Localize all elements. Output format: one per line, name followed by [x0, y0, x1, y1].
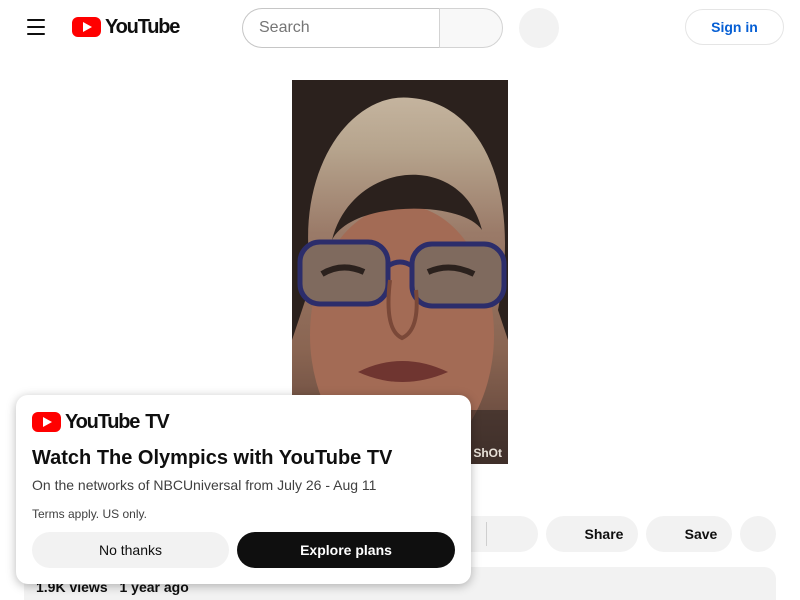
logo-text: YouTube: [105, 15, 180, 38]
youtube-tv-logo: YouTube TV: [32, 411, 455, 433]
video-watermark: ShOt: [473, 446, 502, 460]
promo-logo-suffix: TV: [145, 410, 170, 433]
share-label: Share: [584, 526, 624, 542]
like-divider: [486, 522, 487, 546]
more-actions-button[interactable]: [740, 516, 776, 552]
promo-actions: No thanks Explore plans: [32, 532, 455, 568]
promo-terms: Terms apply. US only.: [32, 507, 147, 521]
promo-subtitle: On the networks of NBCUniversal from Jul…: [32, 477, 377, 493]
share-button[interactable]: Share: [546, 516, 638, 552]
save-label: Save: [684, 526, 718, 542]
no-thanks-button[interactable]: No thanks: [32, 532, 229, 568]
youtube-tv-promo: YouTube TV Watch The Olympics with YouTu…: [16, 395, 471, 584]
search-button[interactable]: [439, 8, 503, 48]
sign-in-button[interactable]: Sign in: [685, 9, 784, 45]
youtube-tv-logo-icon: [32, 412, 61, 432]
promo-title: Watch The Olympics with YouTube TV: [32, 447, 393, 469]
explore-plans-button[interactable]: Explore plans: [237, 532, 455, 568]
save-button[interactable]: Save: [646, 516, 732, 552]
no-thanks-label: No thanks: [98, 542, 163, 558]
mic-button[interactable]: [519, 8, 559, 48]
promo-logo-text: YouTube: [65, 410, 140, 433]
search-input[interactable]: [242, 8, 440, 48]
menu-icon[interactable]: [16, 7, 56, 47]
youtube-logo[interactable]: YouTube: [72, 15, 180, 38]
explore-plans-label: Explore plans: [300, 542, 392, 558]
youtube-logo-icon: [72, 17, 101, 37]
sign-in-label: Sign in: [711, 19, 758, 35]
